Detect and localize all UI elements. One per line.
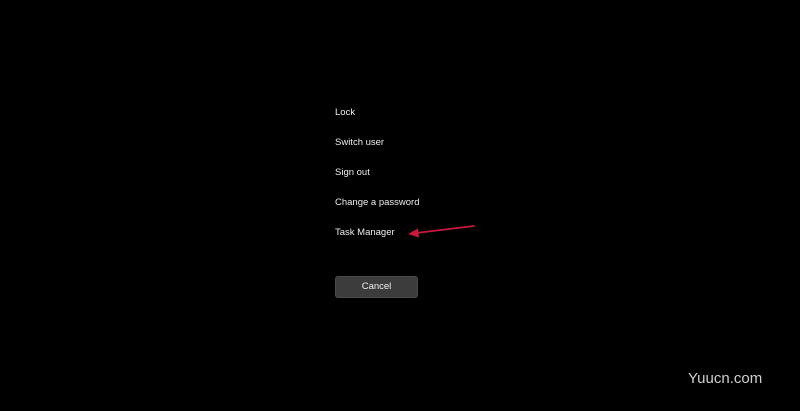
- cancel-button[interactable]: Cancel: [335, 276, 418, 298]
- menu-item-label: Task Manager: [335, 227, 395, 238]
- watermark-logo: Yuucn.com: [688, 370, 763, 387]
- menu-item-label: Sign out: [335, 167, 370, 178]
- menu-item-label: Change a password: [335, 197, 420, 208]
- annotation-arrow-icon: [408, 225, 475, 238]
- menu-item-switch-user[interactable]: Switch user: [335, 134, 420, 164]
- menu-item-sign-out[interactable]: Sign out: [335, 164, 420, 194]
- menu-item-lock[interactable]: Lock: [335, 104, 420, 134]
- menu-item-label: Switch user: [335, 137, 385, 148]
- menu-item-label: Lock: [335, 107, 356, 118]
